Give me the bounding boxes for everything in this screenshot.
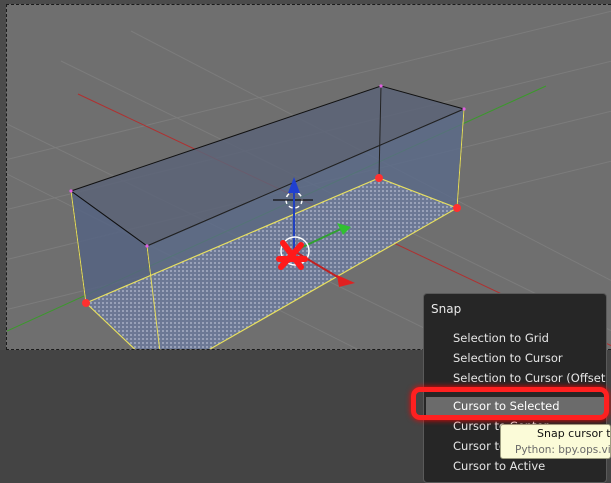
menu-item-selection-to-cursor-offset[interactable]: Selection to Cursor (Offset) [424,369,606,388]
menu-item-selection-to-grid[interactable]: Selection to Grid [424,329,606,348]
menu-item-cursor-to-active[interactable]: Cursor to Active [424,457,606,476]
menu-item-selection-to-cursor[interactable]: Selection to Cursor [424,349,606,368]
tooltip-title: Snap cursor to [537,427,611,440]
menu-item-cursor-to-selected[interactable]: Cursor to Selected [426,397,604,416]
tooltip: Snap cursor to Python: bpy.ops.view [500,424,611,459]
tooltip-python: Python: bpy.ops.view [515,444,611,456]
menu-title: Snap [431,302,462,316]
